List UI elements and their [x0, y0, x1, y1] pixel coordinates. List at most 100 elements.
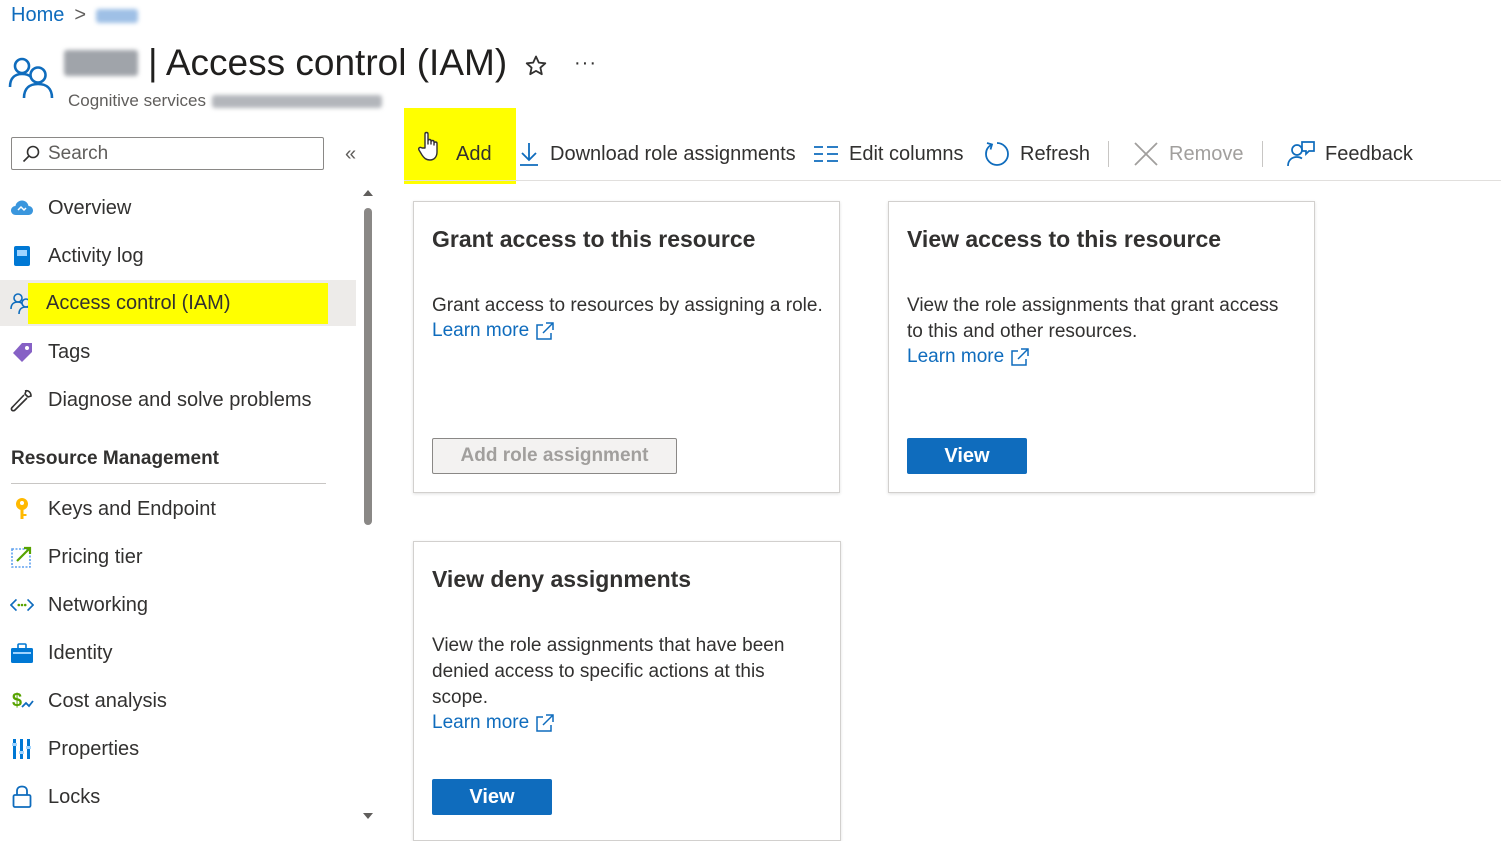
learn-more-link[interactable]: Learn more	[432, 712, 555, 734]
sidebar-item-identity[interactable]: Identity	[0, 630, 356, 676]
sidebar-item-label: Overview	[48, 196, 132, 219]
card-title: View deny assignments	[432, 566, 692, 592]
sidebar-item-label: Identity	[48, 641, 113, 664]
refresh-label: Refresh	[1020, 142, 1091, 165]
cloud-icon	[10, 196, 34, 220]
network-icon	[10, 593, 34, 617]
download-role-assignments-button[interactable]: Download role assignments	[518, 138, 796, 170]
wrench-icon	[10, 388, 34, 412]
sidebar-scrollbar-thumb[interactable]	[364, 208, 372, 525]
sidebar-item-keys-and-endpoint[interactable]: Keys and Endpoint	[0, 486, 356, 532]
sidebar-item-activity-log[interactable]: Activity log	[0, 233, 356, 279]
sidebar-item-label: Access control (IAM)	[28, 282, 329, 324]
learn-more-label: Learn more	[432, 320, 530, 341]
pricing-icon	[10, 545, 34, 569]
properties-icon	[10, 737, 34, 761]
lock-icon	[10, 785, 34, 809]
scroll-down-arrow[interactable]	[362, 812, 374, 820]
feedback-label: Feedback	[1325, 142, 1413, 165]
search-input[interactable]	[48, 142, 308, 165]
refresh-button[interactable]: Refresh	[984, 138, 1090, 170]
sidebar-item-access-control[interactable]: Access control (IAM)	[0, 280, 356, 326]
learn-more-link[interactable]: Learn more	[907, 346, 1030, 368]
more-options-button[interactable]: ···	[574, 52, 597, 75]
card-description: View the role assignments that have been…	[432, 635, 785, 708]
add-button-label: Add	[456, 142, 492, 165]
sidebar-item-cost-analysis[interactable]: $ Cost analysis	[0, 678, 356, 724]
external-link-icon	[529, 321, 555, 341]
add-role-assignment-button[interactable]: Add role assignment	[432, 438, 677, 474]
sidebar-item-label: Networking	[48, 593, 149, 616]
sidebar-item-diagnose[interactable]: Diagnose and solve problems	[0, 377, 356, 423]
sidebar-item-label: Diagnose and solve problems	[48, 388, 312, 411]
sidebar-item-label: Activity log	[48, 244, 144, 267]
refresh-icon	[984, 141, 1010, 167]
sidebar-item-label: Pricing tier	[48, 545, 143, 568]
pointer-hand-icon	[416, 130, 444, 164]
card-description: View the role assignments that grant acc…	[907, 295, 1279, 342]
sidebar-item-label: Tags	[48, 340, 91, 363]
sidebar-item-overview[interactable]: Overview	[0, 185, 356, 231]
collapse-sidebar-button[interactable]: «	[345, 143, 356, 166]
remove-button[interactable]: Remove	[1133, 138, 1243, 170]
identity-icon	[10, 641, 34, 665]
people-icon	[8, 54, 54, 100]
sidebar-item-label: Cost analysis	[48, 689, 167, 712]
page-subtitle-text: Cognitive services	[68, 91, 206, 110]
breadcrumb-resource-link[interactable]	[96, 8, 139, 23]
download-icon	[518, 141, 540, 167]
sidebar-item-networking[interactable]: Networking	[0, 582, 356, 628]
feedback-person-icon	[1287, 140, 1315, 168]
view-access-card: View access to this resource View the ro…	[888, 201, 1315, 493]
page-title: | Access control (IAM)	[64, 42, 507, 84]
view-deny-button[interactable]: View	[432, 779, 552, 815]
external-link-icon	[1004, 347, 1030, 367]
section-divider	[11, 483, 326, 484]
columns-icon	[813, 145, 839, 163]
learn-more-label: Learn more	[907, 346, 1005, 367]
card-description: Grant access to resources by assigning a…	[432, 295, 823, 316]
sidebar-item-label: Locks	[48, 785, 101, 808]
search-icon	[22, 145, 40, 163]
card-title: Grant access to this resource	[432, 226, 756, 252]
breadcrumb-separator: >	[74, 4, 87, 26]
download-button-label: Download role assignments	[550, 142, 796, 165]
resource-name	[64, 50, 138, 76]
view-deny-assignments-card: View deny assignments View the role assi…	[413, 541, 841, 841]
log-book-icon	[10, 244, 34, 268]
sidebar-item-pricing-tier[interactable]: Pricing tier	[0, 534, 356, 580]
key-icon	[10, 497, 34, 521]
sidebar-item-tags[interactable]: Tags	[0, 329, 356, 375]
page-title-text: | Access control (IAM)	[148, 42, 508, 83]
card-title: View access to this resource	[907, 226, 1222, 252]
star-icon[interactable]	[524, 54, 548, 78]
learn-more-link[interactable]: Learn more	[432, 320, 555, 342]
resource-type-redacted	[211, 94, 382, 108]
external-link-icon	[529, 713, 555, 733]
toolbar-separator	[1108, 141, 1109, 167]
section-heading-resource-management: Resource Management	[11, 448, 220, 469]
cost-icon: $	[10, 689, 34, 713]
scroll-up-arrow[interactable]	[362, 189, 374, 197]
edit-columns-button[interactable]: Edit columns	[813, 138, 964, 170]
remove-label: Remove	[1169, 142, 1244, 165]
svg-text:$: $	[12, 690, 22, 710]
view-access-button[interactable]: View	[907, 438, 1027, 474]
page-subtitle: Cognitive services	[68, 91, 382, 111]
toolbar-separator	[1262, 141, 1263, 167]
tag-icon	[10, 340, 34, 364]
sidebar-item-locks[interactable]: Locks	[0, 774, 356, 820]
breadcrumb-home-link[interactable]: Home	[11, 4, 64, 27]
grant-access-card: Grant access to this resource Grant acce…	[413, 201, 840, 493]
toolbar-divider	[404, 180, 1501, 181]
edit-columns-label: Edit columns	[849, 142, 964, 165]
breadcrumb: Home >	[11, 4, 139, 27]
add-button[interactable]: Add	[416, 131, 492, 170]
sidebar-item-label: Keys and Endpoint	[48, 497, 216, 520]
feedback-button[interactable]: Feedback	[1287, 138, 1413, 170]
sidebar-item-label: Properties	[48, 737, 140, 760]
search-box[interactable]	[11, 137, 324, 170]
close-icon	[1133, 141, 1159, 167]
learn-more-label: Learn more	[432, 712, 530, 733]
sidebar-item-properties[interactable]: Properties	[0, 726, 356, 772]
